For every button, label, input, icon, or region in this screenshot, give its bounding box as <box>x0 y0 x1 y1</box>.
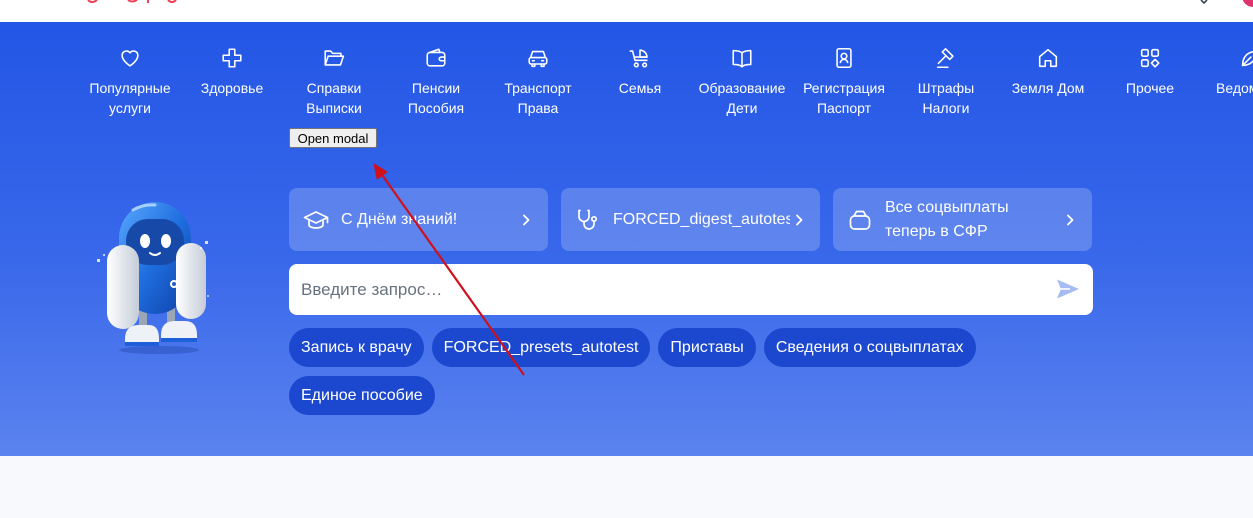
quick-chips-row: Запись к врачу FORCED_presets_autotest П… <box>289 328 976 367</box>
quick-chips-row: Единое пособие <box>289 376 435 415</box>
nav-item-label: Образование Дети <box>691 78 793 118</box>
chevron-right-icon <box>1067 214 1074 226</box>
book-icon <box>732 49 752 68</box>
stroller-icon <box>629 49 648 68</box>
nav-label-line: Прочее <box>1125 80 1175 96</box>
nav-label-line: Ведом <box>1216 80 1253 96</box>
plus-cross-icon <box>222 48 242 68</box>
logo-fragment[interactable] <box>86 0 178 6</box>
feature-card-social-payments[interactable]: Все соцвыплаты теперь в СФР <box>833 188 1092 251</box>
nav-label-line: Земля Дом <box>1011 80 1085 96</box>
nav-item-label: Популярные услуги <box>79 78 181 118</box>
chip-unified-allowance[interactable]: Единое пособие <box>289 376 435 415</box>
feature-card-title: FORCED_digest_autotest <box>613 210 790 228</box>
nav-label-line: Дети <box>726 100 758 116</box>
purse-icon <box>849 210 871 230</box>
chevron-down-icon[interactable] <box>1200 0 1208 5</box>
chip-social-payments-info[interactable]: Сведения о соцвыплатах <box>763 328 976 367</box>
nav-label-line: Пенсии <box>411 80 461 96</box>
nav-label-line: услуги <box>109 100 151 116</box>
search-input[interactable] <box>289 264 1049 315</box>
nav-label-line: Регистрация <box>803 80 885 96</box>
nav-item-label: Штрафы Налоги <box>895 78 997 118</box>
robot-mascot-icon <box>97 202 209 354</box>
chip-presets-autotest[interactable]: FORCED_presets_autotest <box>431 328 651 367</box>
nav-item-registration[interactable]: Регистрация Паспорт <box>793 46 895 120</box>
nav-item-label: Земля Дом <box>997 78 1099 98</box>
nav-label-line: Права <box>517 100 559 116</box>
nav-item-certificates[interactable]: Справки Выписки <box>283 46 385 120</box>
open-modal-button[interactable]: Open modal <box>289 128 377 148</box>
nav-item-popular-services[interactable]: Популярные услуги <box>79 46 181 120</box>
nav-label-line: Выписки <box>306 100 362 116</box>
graduation-cap-icon <box>303 211 329 229</box>
nav-item-land-home[interactable]: Земля Дом <box>997 46 1099 120</box>
chevron-right-icon <box>796 214 803 226</box>
nav-label-line: Транспорт <box>504 80 572 96</box>
nav-label-line: Пособия <box>407 100 465 116</box>
feature-card-line: Все соцвыплаты <box>885 198 1009 216</box>
nav-item-label: Справки Выписки <box>283 78 385 118</box>
nav-item-label: Прочее <box>1099 78 1201 98</box>
car-icon <box>528 50 548 68</box>
nav-item-fines[interactable]: Штрафы Налоги <box>895 46 997 120</box>
nav-item-label: Пенсии Пособия <box>385 78 487 118</box>
feature-card-digest[interactable]: FORCED_digest_autotest <box>561 188 820 251</box>
nav-item-label: Транспорт Права <box>487 78 589 118</box>
nav-item-label: Здоровье <box>181 78 283 98</box>
chip-doctor-appointment[interactable]: Запись к врачу <box>289 328 424 367</box>
nav-item-health[interactable]: Здоровье <box>181 46 283 120</box>
profile-area-fragment[interactable] <box>1195 0 1253 10</box>
nav-item-pensions[interactable]: Пенсии Пособия <box>385 46 487 120</box>
nav-label-line: Семья <box>618 80 662 96</box>
page-content-area <box>0 456 1253 518</box>
feature-card-title: С Днём знаний! <box>341 210 458 228</box>
nav-label-line: Образование <box>698 80 786 96</box>
nav-label-line: Справки <box>306 80 362 96</box>
passport-icon <box>836 47 852 69</box>
nav-label-line: Налоги <box>922 100 970 116</box>
nav-item-label: Регистрация Паспорт <box>793 78 895 118</box>
nav-label-line: Штрафы <box>917 80 975 96</box>
nav-item-other[interactable]: Прочее <box>1099 46 1201 120</box>
nav-item-label: Семья <box>589 78 691 98</box>
house-icon <box>1038 48 1058 68</box>
send-icon[interactable] <box>1055 276 1081 302</box>
nav-label-line: Паспорт <box>816 100 872 116</box>
nav-item-family[interactable]: Семья <box>589 46 691 120</box>
chevron-right-icon <box>523 214 530 226</box>
nav-item-agencies[interactable]: Ведом <box>1199 46 1253 120</box>
chip-bailiffs[interactable]: Приставы <box>658 328 756 367</box>
search-box <box>289 264 1093 315</box>
nav-item-label: Ведом <box>1216 78 1253 98</box>
avatar[interactable] <box>1242 0 1253 7</box>
heart-icon <box>121 50 139 67</box>
folder-icon <box>324 50 345 66</box>
stethoscope-icon <box>578 209 598 230</box>
nav-label-line: Популярные <box>89 80 171 96</box>
feature-card-knowledge-day[interactable]: С Днём знаний! <box>289 188 548 251</box>
nav-item-education[interactable]: Образование Дети <box>691 46 793 120</box>
top-header-bar <box>0 0 1253 22</box>
leaf-icon <box>1241 51 1253 67</box>
feature-card-line: теперь в СФР <box>885 222 988 240</box>
nav-item-transport[interactable]: Транспорт Права <box>487 46 589 120</box>
grid-icon <box>1140 48 1160 68</box>
nav-label-line: Здоровье <box>200 80 264 96</box>
wallet-icon <box>426 48 446 67</box>
gavel-icon <box>936 47 954 69</box>
feature-card-title: Все соцвыплаты теперь в СФР <box>885 196 1009 244</box>
